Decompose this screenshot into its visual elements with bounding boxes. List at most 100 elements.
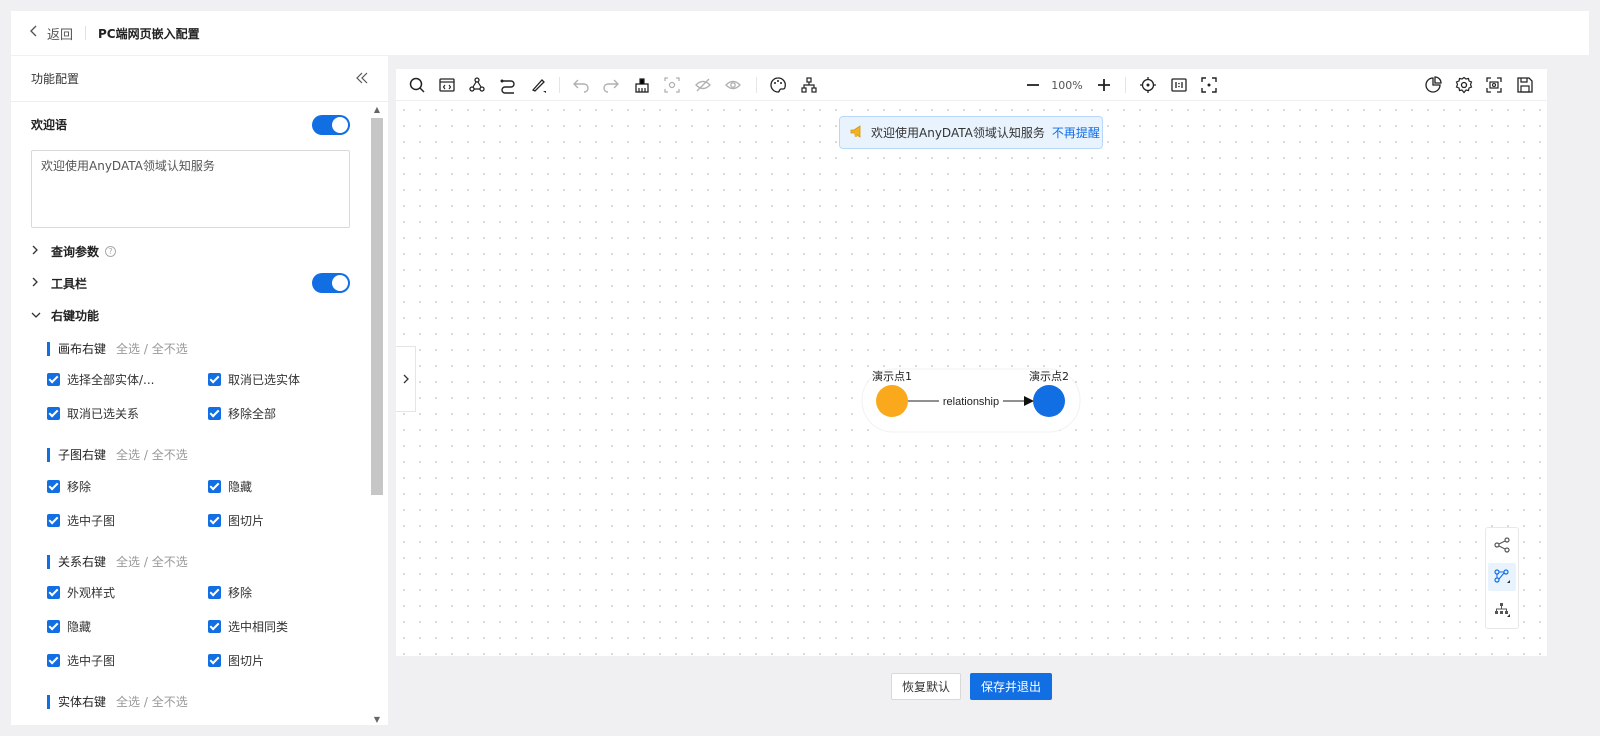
checkbox-label: 取消已选关系 [67, 407, 140, 421]
checkbox-label: 隐藏 [228, 480, 253, 494]
checkbox-item[interactable]: 取消已选实体 [208, 371, 300, 388]
top-bar: 返回 PC端网页嵌入配置 [11, 11, 1589, 55]
chevron-right-icon [31, 277, 51, 290]
chevron-down-icon [31, 309, 51, 322]
checkbox-label: 移除全部 [228, 407, 277, 421]
graph-view: relationship 演示点1 演示点2 [861, 368, 1081, 433]
checkbox-checked-icon [47, 480, 60, 493]
query-params-label: 查询参数 [51, 245, 100, 259]
checkbox-item[interactable]: 选中子图 [47, 512, 115, 529]
checkbox-checked-icon [208, 514, 221, 527]
checkbox-item[interactable]: 图切片 [208, 652, 264, 669]
layout-switcher [1485, 527, 1519, 629]
node-1[interactable] [876, 385, 908, 417]
checkbox-item[interactable]: 隐藏 [47, 618, 91, 635]
checkbox-label: 图切片 [228, 654, 265, 668]
checkbox-label: 选中子图 [67, 654, 116, 668]
checkbox-label: 外观样式 [67, 586, 116, 600]
welcome-text-input[interactable]: 欢迎使用AnyDATA领域认知服务 [31, 150, 350, 228]
group-marker [47, 447, 50, 462]
reset-default-button[interactable]: 恢复默认 [891, 673, 961, 700]
checkbox-item[interactable]: 隐藏 [208, 478, 252, 495]
checkbox-checked-icon [47, 620, 60, 633]
group-marker [47, 694, 50, 709]
group-marker [47, 341, 50, 356]
force-layout-icon[interactable] [1488, 531, 1516, 559]
checkbox-label: 选择全部实体/... [67, 373, 155, 387]
checkbox-item[interactable]: 移除 [208, 584, 252, 601]
relation-menu-group: 关系右键 全选 / 全不选 [47, 553, 188, 570]
toolbar-toggle[interactable] [312, 273, 350, 293]
entity-menu-group: 实体右键 全选 / 全不选 [47, 693, 188, 710]
edge-label[interactable]: relationship [943, 396, 999, 408]
select-all-toggle[interactable]: 全选 / 全不选 [116, 340, 188, 357]
config-panel-body: 欢迎语 欢迎使用AnyDATA领域认知服务 查询参数 ? 工具栏 右键功能 画布… [11, 103, 365, 725]
checkbox-checked-icon [208, 373, 221, 386]
panel-scrollbar[interactable]: ▲ ▼ [370, 103, 384, 725]
group-name: 关系右键 [58, 555, 107, 569]
select-all-toggle[interactable]: 全选 / 全不选 [116, 553, 188, 570]
checkbox-checked-icon [47, 514, 60, 527]
checkbox-label: 移除 [228, 586, 253, 600]
config-panel: 功能配置 欢迎语 欢迎使用AnyDATA领域认知服务 查询参数 ? 工具栏 右键… [11, 56, 388, 725]
checkbox-checked-icon [208, 480, 221, 493]
checkbox-checked-icon [208, 654, 221, 667]
node-label: 演示点2 [1029, 369, 1069, 383]
collapse-panel-icon[interactable] [356, 69, 368, 88]
checkbox-item[interactable]: 外观样式 [47, 584, 115, 601]
checkbox-item[interactable]: 移除 [47, 478, 91, 495]
welcome-label: 欢迎语 [31, 118, 68, 132]
page-title: PC端网页嵌入配置 [98, 26, 200, 41]
toolbar-config-label: 工具栏 [51, 277, 88, 291]
canvas-menu-group: 画布右键 全选 / 全不选 [47, 340, 188, 357]
checkbox-checked-icon [47, 586, 60, 599]
divider [85, 26, 87, 40]
context-menu-label: 右键功能 [51, 309, 100, 323]
subgraph-menu-group: 子图右键 全选 / 全不选 [47, 446, 188, 463]
checkbox-checked-icon [208, 407, 221, 420]
chevron-right-icon [31, 245, 51, 258]
group-name: 实体右键 [58, 695, 107, 709]
select-all-toggle[interactable]: 全选 / 全不选 [116, 693, 188, 710]
checkbox-checked-icon [47, 373, 60, 386]
help-icon[interactable]: ? [105, 246, 117, 257]
scroll-up-icon[interactable]: ▲ [372, 105, 382, 115]
save-and-exit-button[interactable]: 保存并退出 [970, 673, 1052, 700]
config-panel-header: 功能配置 [11, 56, 388, 102]
node-label: 演示点1 [872, 369, 912, 383]
group-marker [47, 554, 50, 569]
select-all-toggle[interactable]: 全选 / 全不选 [116, 446, 188, 463]
checkbox-label: 移除 [67, 480, 92, 494]
checkbox-item[interactable]: 选择全部实体/... [47, 371, 155, 388]
group-name: 画布右键 [58, 342, 107, 356]
scroll-down-icon[interactable]: ▼ [372, 715, 382, 725]
query-params-row[interactable]: 查询参数 ? [31, 243, 365, 260]
config-panel-title: 功能配置 [31, 72, 80, 86]
checkbox-checked-icon [208, 620, 221, 633]
checkbox-label: 取消已选实体 [228, 373, 301, 387]
context-menu-row[interactable]: 右键功能 [31, 307, 365, 324]
checkbox-checked-icon [47, 654, 60, 667]
checkbox-item[interactable]: 选中子图 [47, 652, 115, 669]
hierarchy-layout-icon[interactable] [1488, 596, 1516, 624]
chevron-left-icon [29, 25, 39, 41]
checkbox-item[interactable]: 移除全部 [208, 405, 276, 422]
back-button[interactable]: 返回 [29, 24, 73, 43]
back-label: 返回 [47, 27, 74, 43]
checkbox-item[interactable]: 取消已选关系 [47, 405, 139, 422]
expand-side-panel-button[interactable] [396, 346, 416, 412]
welcome-toggle[interactable] [312, 115, 350, 135]
graph-canvas: 100% 欢迎使用AnyDATA领域认知服务 不再提醒 relationship… [396, 69, 1547, 656]
checkbox-checked-icon [208, 586, 221, 599]
scroll-thumb[interactable] [371, 118, 383, 495]
node-2[interactable] [1033, 385, 1065, 417]
chevron-right-icon [403, 374, 409, 384]
checkbox-label: 图切片 [228, 514, 265, 528]
checkbox-item[interactable]: 选中相同类 [208, 618, 288, 635]
checkbox-label: 隐藏 [67, 620, 92, 634]
group-name: 子图右键 [58, 448, 107, 462]
checkbox-checked-icon [47, 407, 60, 420]
tree-layout-icon[interactable] [1488, 563, 1516, 591]
checkbox-label: 选中相同类 [228, 620, 289, 634]
checkbox-item[interactable]: 图切片 [208, 512, 264, 529]
